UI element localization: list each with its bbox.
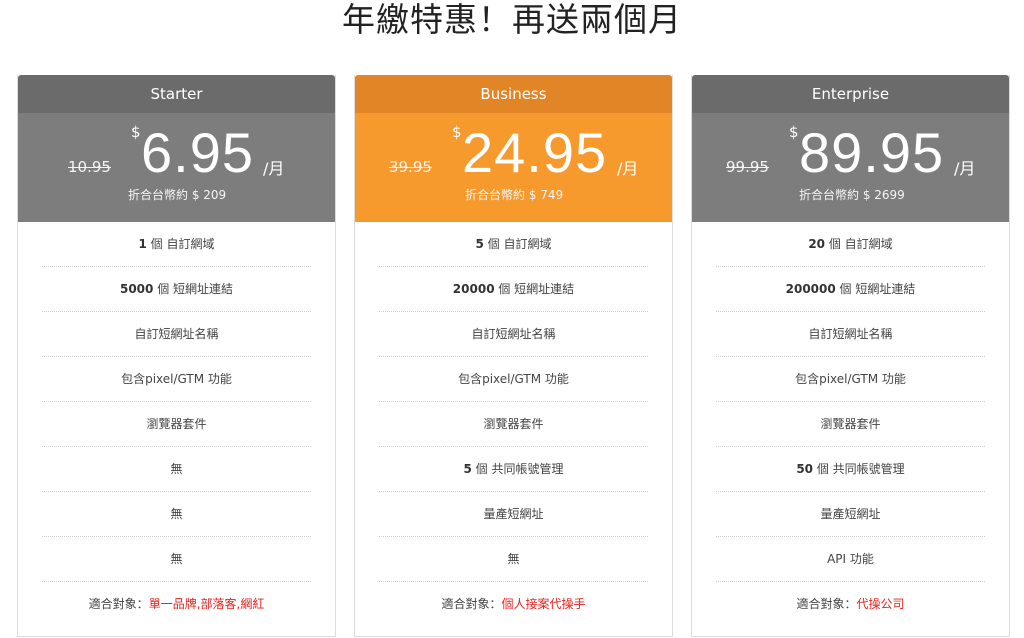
feature-item: 20 個 自訂網域: [716, 222, 985, 267]
feature-item: 無: [42, 447, 311, 492]
feature-text: 無: [507, 552, 520, 566]
feature-item: 無: [42, 537, 311, 582]
twd-price-note: 折合台幣約 $ 749: [465, 188, 564, 202]
feature-text: 個 短網址連結: [494, 282, 575, 296]
currency-symbol: $: [131, 123, 141, 141]
feature-text: 包含pixel/GTM 功能: [121, 372, 232, 386]
price-amount: 89.95: [799, 121, 945, 184]
feature-count: 5000: [119, 282, 154, 296]
feature-count: 50: [796, 462, 814, 476]
old-price: 99.95: [726, 158, 769, 176]
feature-text: 自訂短網址名稱: [471, 327, 556, 341]
feature-text: 個 短網址連結: [153, 282, 234, 296]
twd-price-note: 折合台幣約 $ 2699: [799, 188, 905, 202]
feature-item: 包含pixel/GTM 功能: [42, 357, 311, 402]
feature-item: 5000 個 短網址連結: [42, 267, 311, 312]
feature-item: 自訂短網址名稱: [379, 312, 648, 357]
feature-count: 1: [138, 237, 147, 251]
feature-list: 5 個 自訂網域 20000 個 短網址連結 自訂短網址名稱 包含pixel/G…: [379, 222, 648, 626]
feature-item: 瀏覽器套件: [379, 402, 648, 447]
feature-text: 個 自訂網域: [825, 237, 893, 251]
feature-item: 5 個 共同帳號管理: [379, 447, 648, 492]
feature-text: 瀏覽器套件: [483, 417, 544, 431]
plan-price-block: 10.95 $ 6.95 /月 折合台幣約 $ 209: [18, 113, 335, 222]
promo-headline: 年繳特惠！再送兩個月: [342, 0, 682, 39]
currency-symbol: $: [789, 123, 799, 141]
feature-text: 包含pixel/GTM 功能: [458, 372, 569, 386]
feature-item: 5 個 自訂網域: [379, 222, 648, 267]
feature-item: 包含pixel/GTM 功能: [379, 357, 648, 402]
old-price: 10.95: [68, 158, 111, 176]
feature-text: 瀏覽器套件: [820, 417, 881, 431]
plan-card-enterprise: Enterprise 99.95 $ 89.95 /月 折合台幣約 $ 2699…: [691, 75, 1010, 637]
plan-name: Starter: [18, 75, 335, 113]
feature-count: 5: [475, 237, 484, 251]
feature-count: 5: [463, 462, 472, 476]
target-audience: 適合對象：個人接案代操手: [379, 582, 648, 626]
plan-price-block: 39.95 $ 24.95 /月 折合台幣約 $ 749: [355, 113, 672, 222]
feature-text: 個 短網址連結: [835, 282, 916, 296]
feature-text: API 功能: [827, 552, 874, 566]
feature-count: 20000: [452, 282, 495, 296]
target-label: 適合對象：: [88, 597, 149, 611]
feature-item: 200000 個 短網址連結: [716, 267, 985, 312]
plan-name: Enterprise: [692, 75, 1009, 113]
feature-text: 個 共同帳號管理: [813, 462, 905, 476]
pricing-page: 年繳特惠！再送兩個月 Starter 10.95 $ 6.95 /月 折合台幣約…: [0, 0, 1024, 638]
feature-item: 20000 個 短網址連結: [379, 267, 648, 312]
feature-text: 量產短網址: [483, 507, 544, 521]
twd-price-note: 折合台幣約 $ 209: [128, 188, 227, 202]
feature-text: 個 共同帳號管理: [471, 462, 564, 476]
feature-item: 包含pixel/GTM 功能: [716, 357, 985, 402]
target-audience: 適合對象：單一品牌,部落客,網紅: [42, 582, 311, 626]
plan-card-starter: Starter 10.95 $ 6.95 /月 折合台幣約 $ 209 1 個 …: [17, 75, 336, 637]
feature-count: 200000: [785, 282, 836, 296]
feature-list: 1 個 自訂網域 5000 個 短網址連結 自訂短網址名稱 包含pixel/GT…: [42, 222, 311, 626]
price-amount: 6.95: [141, 121, 254, 184]
plan-list: Starter 10.95 $ 6.95 /月 折合台幣約 $ 209 1 個 …: [17, 75, 1011, 638]
feature-count: 20: [808, 237, 826, 251]
feature-text: 個 自訂網域: [483, 237, 552, 251]
plan-name: Business: [355, 75, 672, 113]
feature-text: 自訂短網址名稱: [134, 327, 219, 341]
target-value: 單一品牌,部落客,網紅: [148, 597, 265, 611]
price-amount: 24.95: [462, 121, 608, 184]
target-audience: 適合對象：代操公司: [716, 582, 985, 626]
currency-symbol: $: [452, 123, 462, 141]
feature-item: 無: [42, 492, 311, 537]
price-period: /月: [263, 159, 285, 178]
feature-text: 無: [170, 462, 183, 476]
feature-item: 瀏覽器套件: [42, 402, 311, 447]
feature-item: 50 個 共同帳號管理: [716, 447, 985, 492]
feature-text: 無: [170, 552, 183, 566]
feature-text: 自訂短網址名稱: [808, 327, 893, 341]
target-value: 個人接案代操手: [501, 597, 586, 611]
feature-item: 自訂短網址名稱: [716, 312, 985, 357]
feature-list: 20 個 自訂網域 200000 個 短網址連結 自訂短網址名稱 包含pixel…: [716, 222, 985, 626]
feature-item: 自訂短網址名稱: [42, 312, 311, 357]
price-period: /月: [617, 159, 639, 178]
feature-item: 量產短網址: [379, 492, 648, 537]
feature-text: 個 自訂網域: [146, 237, 215, 251]
plan-card-business: Business 39.95 $ 24.95 /月 折合台幣約 $ 749 5 …: [354, 75, 673, 637]
target-label: 適合對象：: [796, 597, 857, 611]
plan-price-block: 99.95 $ 89.95 /月 折合台幣約 $ 2699: [692, 113, 1009, 222]
feature-text: 量產短網址: [820, 507, 881, 521]
feature-text: 無: [170, 507, 183, 521]
target-value: 代操公司: [856, 597, 905, 611]
feature-item: 無: [379, 537, 648, 582]
feature-item: 瀏覽器套件: [716, 402, 985, 447]
feature-item: 1 個 自訂網域: [42, 222, 311, 267]
feature-text: 瀏覽器套件: [146, 417, 207, 431]
price-period: /月: [954, 159, 976, 178]
feature-item: API 功能: [716, 537, 985, 582]
feature-item: 量產短網址: [716, 492, 985, 537]
old-price: 39.95: [389, 158, 432, 176]
feature-text: 包含pixel/GTM 功能: [795, 372, 906, 386]
target-label: 適合對象：: [441, 597, 502, 611]
